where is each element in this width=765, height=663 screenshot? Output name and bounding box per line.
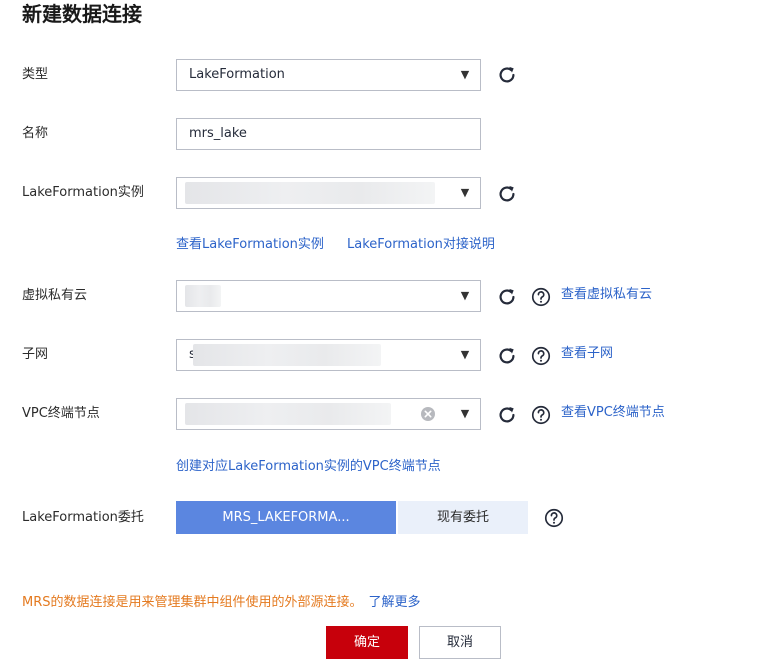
- type-label: 类型: [22, 67, 49, 82]
- caret-down-icon: ▼: [460, 289, 470, 302]
- caret-down-icon: ▼: [460, 68, 470, 81]
- name-input-value: mrs_lake: [189, 126, 247, 141]
- refresh-icon[interactable]: [496, 286, 518, 308]
- refresh-icon[interactable]: [496, 345, 518, 367]
- connection-notice: MRS的数据连接是用来管理集群中组件使用的外部源连接。 了解更多: [22, 593, 421, 613]
- vpc-label: 虚拟私有云: [22, 288, 88, 303]
- endpoint-label: VPC终端节点: [22, 406, 100, 421]
- endpoint-select[interactable]: ▼: [176, 398, 481, 430]
- agency-option-existing[interactable]: 现有委托: [398, 501, 528, 534]
- view-subnet-link[interactable]: 查看子网: [561, 344, 613, 364]
- learn-more-link[interactable]: 了解更多: [369, 595, 421, 610]
- notice-text: MRS的数据连接是用来管理集群中组件使用的外部源连接。: [22, 595, 363, 610]
- instance-value-redacted: [185, 182, 435, 204]
- name-input[interactable]: mrs_lake: [176, 118, 481, 150]
- caret-down-icon: ▼: [460, 186, 470, 199]
- refresh-icon[interactable]: [496, 64, 518, 86]
- help-icon[interactable]: [530, 404, 552, 426]
- ok-button[interactable]: 确定: [326, 626, 408, 659]
- vpc-select[interactable]: ▼: [176, 280, 481, 312]
- type-select-value: LakeFormation: [189, 67, 285, 82]
- endpoint-value-redacted: [185, 403, 391, 425]
- dialog-title: 新建数据连接: [22, 2, 142, 26]
- caret-down-icon: ▼: [460, 348, 470, 361]
- caret-down-icon: ▼: [460, 407, 470, 420]
- clear-icon[interactable]: [420, 406, 436, 422]
- help-icon[interactable]: [530, 345, 552, 367]
- instance-guide-link[interactable]: LakeFormation对接说明: [347, 235, 495, 255]
- refresh-icon[interactable]: [496, 183, 518, 205]
- instance-select[interactable]: ▼: [176, 177, 481, 209]
- name-label: 名称: [22, 126, 49, 141]
- create-endpoint-link[interactable]: 创建对应LakeFormation实例的VPC终端节点: [176, 457, 441, 477]
- view-vpc-link[interactable]: 查看虚拟私有云: [561, 285, 652, 305]
- type-select[interactable]: LakeFormation ▼: [176, 59, 481, 91]
- agency-label: LakeFormation委托: [22, 510, 144, 525]
- help-icon[interactable]: [543, 507, 565, 529]
- cancel-button[interactable]: 取消: [419, 626, 501, 659]
- instance-label: LakeFormation实例: [22, 185, 144, 200]
- view-instance-link[interactable]: 查看LakeFormation实例: [176, 235, 324, 255]
- subnet-select[interactable]: s ▼: [176, 339, 481, 371]
- help-icon[interactable]: [530, 286, 552, 308]
- subnet-label: 子网: [22, 347, 49, 362]
- view-endpoint-link[interactable]: 查看VPC终端节点: [561, 403, 665, 423]
- agency-option-mrs-lakeformation[interactable]: MRS_LAKEFORMA...: [176, 501, 396, 534]
- vpc-value-redacted: [185, 285, 221, 307]
- subnet-value-redacted: [193, 344, 381, 366]
- refresh-icon[interactable]: [496, 404, 518, 426]
